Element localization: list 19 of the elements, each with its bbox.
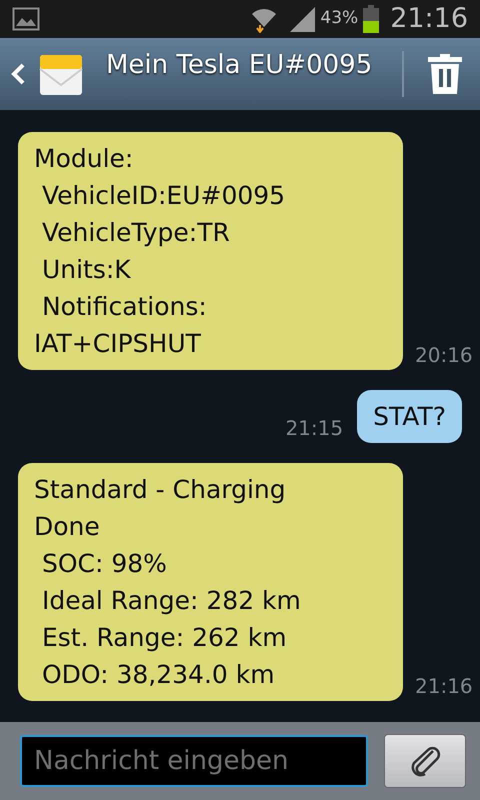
attach-button[interactable] [384, 734, 466, 788]
trash-icon [428, 54, 462, 94]
status-time: 21:16 [390, 2, 468, 36]
message-time: 21:16 [414, 673, 474, 700]
message-time: 20:16 [414, 342, 474, 369]
message-time: 21:15 [284, 415, 344, 442]
picture-icon [12, 7, 40, 31]
paperclip-icon [409, 745, 441, 777]
back-icon [10, 63, 26, 85]
battery-percent: 43% [320, 7, 358, 30]
message-field[interactable]: Nachricht eingeben [20, 735, 368, 787]
message-bubble: Standard - Charging Done SOC: 98% Ideal Range: 282 km Est. Range: 262 km ODO: 38,234.0 km [18, 463, 403, 701]
delete-button[interactable] [428, 54, 462, 94]
message-bubble: STAT? [357, 390, 462, 443]
signal-icon [288, 5, 316, 33]
battery-icon [362, 5, 380, 33]
back-button[interactable] [10, 63, 26, 85]
conversation-title: Mein Tesla EU#0095 [106, 48, 374, 82]
message-bubble: Module: VehicleID:EU#0095 VehicleType:TR Units:K Notifications: IAT+CIPSHUT [18, 132, 403, 370]
